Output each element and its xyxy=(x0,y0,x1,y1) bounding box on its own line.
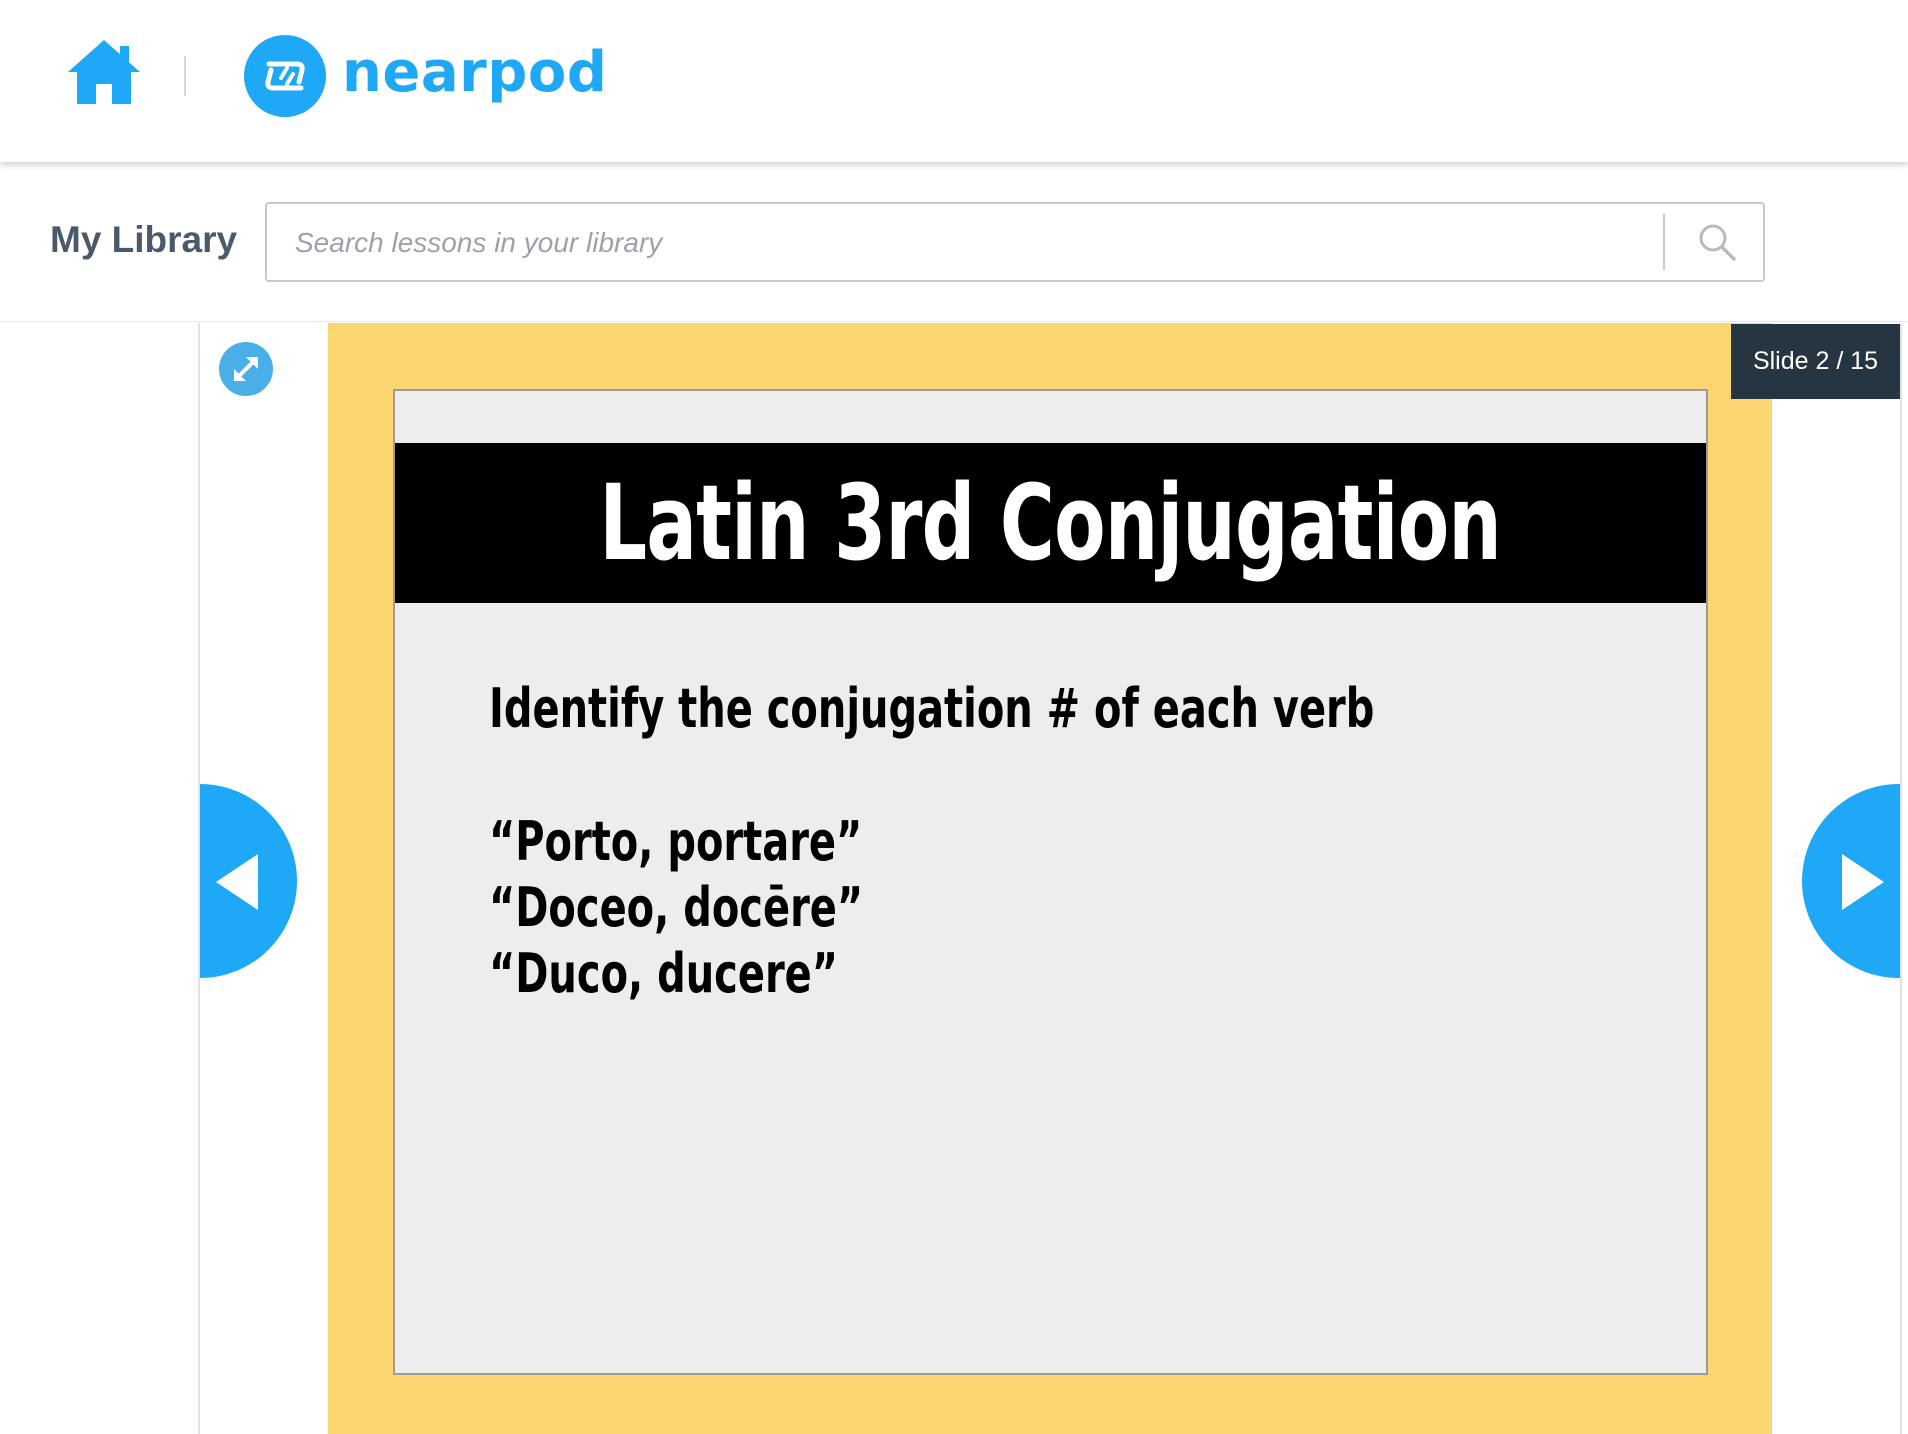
slide-frame: Latin 3rd Conjugation Identify the conju… xyxy=(328,323,1772,1434)
slide-verb-item: “Porto, portare” xyxy=(489,810,863,873)
slide-verb-list: “Porto, portare” “Doceo, docēre” “Duco, … xyxy=(489,809,995,1007)
slide-title: Latin 3rd Conjugation xyxy=(599,462,1502,584)
nearpod-logo-icon xyxy=(244,35,326,117)
triangle-left-icon xyxy=(216,854,258,910)
search-button[interactable] xyxy=(1687,214,1747,270)
library-bar: My Library xyxy=(0,162,1908,322)
nearpod-logo[interactable]: nearpod xyxy=(244,34,607,118)
expand-button[interactable] xyxy=(219,342,273,396)
slide-verb-item: “Doceo, docēre” xyxy=(489,876,864,939)
slide-content: Latin 3rd Conjugation Identify the conju… xyxy=(393,389,1708,1375)
slide-instruction: Identify the conjugation # of each verb xyxy=(489,677,1375,740)
expand-icon xyxy=(234,357,258,381)
logo-wordmark: nearpod xyxy=(342,40,608,105)
page-title: My Library xyxy=(50,219,238,260)
search-separator xyxy=(1663,214,1665,270)
search-icon xyxy=(1699,224,1736,261)
header-divider xyxy=(184,56,186,96)
right-panel-divider xyxy=(1900,323,1902,1434)
app-root: nearpod My Library Latin 3rd xyxy=(0,0,1908,1434)
slide-verb-item: “Duco, ducere” xyxy=(489,942,839,1005)
slide-counter: Slide 2 / 15 xyxy=(1731,324,1900,399)
home-button[interactable] xyxy=(66,38,142,106)
slide-title-band: Latin 3rd Conjugation xyxy=(395,443,1706,603)
search-input[interactable] xyxy=(295,218,1655,268)
next-slide-button[interactable] xyxy=(1802,784,1900,978)
top-header: nearpod xyxy=(0,0,1908,162)
previous-slide-button[interactable] xyxy=(200,784,297,978)
home-icon xyxy=(68,40,140,104)
triangle-right-icon xyxy=(1842,854,1884,910)
search-box xyxy=(265,202,1765,282)
